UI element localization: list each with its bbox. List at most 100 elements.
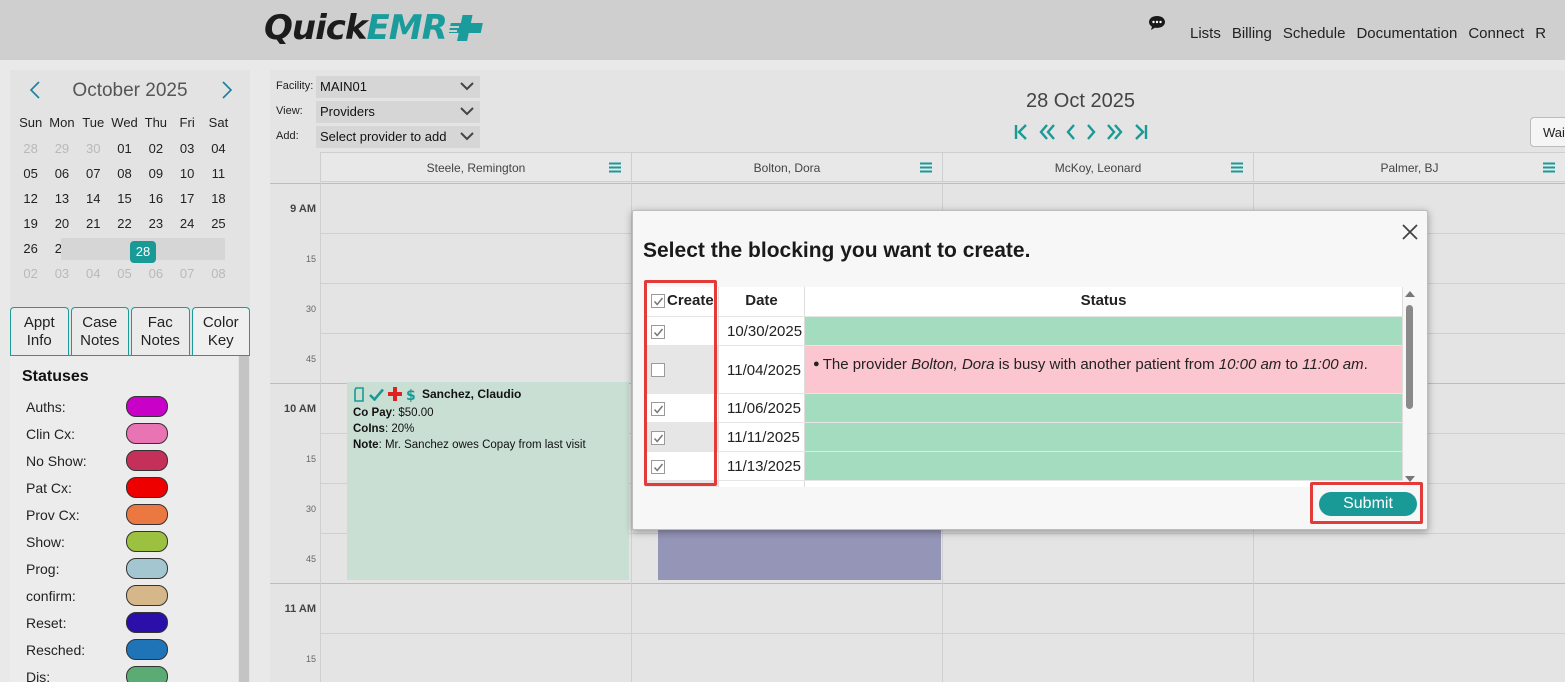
facility-select[interactable]: MAIN01 xyxy=(316,76,480,98)
calendar-day-selected[interactable]: 28 xyxy=(61,237,225,263)
calendar-day[interactable]: 02 xyxy=(140,141,171,156)
calendar-day[interactable]: 02 xyxy=(15,266,46,281)
hamburger-menu-icon[interactable] xyxy=(1231,162,1243,173)
select-all-checkbox[interactable] xyxy=(651,294,665,308)
create-checkbox-checked[interactable] xyxy=(651,459,665,474)
double-chevron-left-icon[interactable] xyxy=(1039,123,1055,141)
calendar-day[interactable]: 30 xyxy=(78,141,109,156)
medical-cross-icon[interactable] xyxy=(388,387,402,401)
dollar-icon[interactable]: $ xyxy=(406,387,416,402)
nav-connect[interactable]: Connect xyxy=(1468,25,1524,42)
calendar-day[interactable]: 23 xyxy=(140,216,171,231)
chevron-right-icon[interactable] xyxy=(1086,123,1096,141)
tab-case-notes[interactable]: Case Notes xyxy=(70,307,129,355)
calendar-day[interactable]: 15 xyxy=(109,191,140,206)
nav-lists[interactable]: Lists xyxy=(1190,25,1221,42)
calendar-day[interactable]: 05 xyxy=(109,266,140,281)
status-color-swatch[interactable] xyxy=(126,639,168,660)
calendar-day-number: 23 xyxy=(148,216,164,231)
calendar-day[interactable]: 08 xyxy=(203,266,234,281)
calendar-day[interactable]: 01 xyxy=(109,141,140,156)
quickemr-logo[interactable]: Quick EMR xyxy=(264,8,489,48)
tab-label-line2: Info xyxy=(26,332,52,349)
status-color-swatch[interactable] xyxy=(126,423,168,444)
left-panel-scrollbar[interactable] xyxy=(239,356,249,682)
provider-column-header[interactable]: Steele, Remington xyxy=(320,152,631,182)
tab-color-key[interactable]: Color Key xyxy=(191,307,250,355)
calendar-day[interactable]: 05 xyxy=(15,166,46,181)
checkmark-icon[interactable] xyxy=(369,388,384,401)
create-checkbox-unchecked[interactable] xyxy=(651,363,665,377)
status-color-swatch[interactable] xyxy=(126,558,168,579)
provider-column-header[interactable]: McKoy, Leonard xyxy=(942,152,1253,182)
calendar-day[interactable]: 28 xyxy=(15,141,46,156)
calendar-day[interactable]: 03 xyxy=(171,141,202,156)
calendar-day[interactable]: 04 xyxy=(78,266,109,281)
calendar-day[interactable]: 04 xyxy=(203,141,234,156)
add-provider-select[interactable]: Select provider to add xyxy=(316,126,480,148)
nav-overflow-item[interactable]: R xyxy=(1535,25,1546,42)
calendar-day[interactable]: 26 xyxy=(15,241,46,256)
provider-column-header[interactable]: Bolton, Dora xyxy=(631,152,942,182)
next-month-icon[interactable] xyxy=(216,78,236,102)
status-color-swatch[interactable] xyxy=(126,531,168,552)
hamburger-menu-icon[interactable] xyxy=(609,162,621,173)
dialog-table-scrollbar[interactable] xyxy=(1403,287,1417,487)
status-color-swatch[interactable] xyxy=(126,450,168,471)
calendar-day[interactable]: 12 xyxy=(15,191,46,206)
first-page-icon[interactable] xyxy=(1014,123,1028,141)
calendar-day[interactable]: 24 xyxy=(171,216,202,231)
double-chevron-right-icon[interactable] xyxy=(1107,123,1123,141)
create-checkbox-checked[interactable] xyxy=(651,401,665,416)
waitlist-button[interactable]: Wai xyxy=(1530,117,1565,147)
appointment-block[interactable]: $ Sanchez, Claudio Co Pay: $50.00 CoIns:… xyxy=(347,382,629,580)
status-color-swatch[interactable] xyxy=(126,477,168,498)
document-icon[interactable] xyxy=(353,386,365,402)
calendar-day[interactable]: 25 xyxy=(203,216,234,231)
calendar-day[interactable]: 07 xyxy=(78,166,109,181)
tab-fac-notes[interactable]: Fac Notes xyxy=(131,307,190,355)
create-checkbox-checked[interactable] xyxy=(651,430,665,445)
hamburger-menu-icon[interactable] xyxy=(1543,162,1555,173)
calendar-day[interactable]: 20 xyxy=(46,216,77,231)
create-checkbox-checked[interactable] xyxy=(651,324,665,339)
close-icon[interactable] xyxy=(1401,223,1419,241)
calendar-day[interactable]: 21 xyxy=(78,216,109,231)
view-select[interactable]: Providers xyxy=(316,101,480,123)
submit-button[interactable]: Submit xyxy=(1319,492,1417,516)
tab-appt-info[interactable]: Appt Info xyxy=(10,307,69,355)
calendar-day[interactable]: 14 xyxy=(78,191,109,206)
chevron-left-icon[interactable] xyxy=(1066,123,1076,141)
calendar-day[interactable]: 09 xyxy=(140,166,171,181)
last-page-icon[interactable] xyxy=(1134,123,1148,141)
status-color-swatch[interactable] xyxy=(126,666,168,682)
calendar-day[interactable]: 03 xyxy=(46,266,77,281)
status-color-swatch[interactable] xyxy=(126,585,168,606)
nav-billing[interactable]: Billing xyxy=(1232,25,1272,42)
scroll-up-icon[interactable] xyxy=(1405,290,1415,298)
calendar-day[interactable]: 10 xyxy=(171,166,202,181)
calendar-day[interactable]: 06 xyxy=(46,166,77,181)
scroll-down-icon[interactable] xyxy=(1405,475,1415,483)
chat-icon[interactable] xyxy=(1148,15,1166,31)
calendar-day[interactable]: 16 xyxy=(140,191,171,206)
calendar-day[interactable]: 08 xyxy=(109,166,140,181)
calendar-day[interactable]: 13 xyxy=(46,191,77,206)
nav-documentation[interactable]: Documentation xyxy=(1356,25,1457,42)
calendar-day[interactable]: 29 xyxy=(46,141,77,156)
calendar-day[interactable]: 22 xyxy=(109,216,140,231)
status-color-swatch[interactable] xyxy=(126,612,168,633)
blocked-appointment-block[interactable] xyxy=(658,530,941,580)
calendar-day[interactable]: 07 xyxy=(171,266,202,281)
status-color-swatch[interactable] xyxy=(126,504,168,525)
hamburger-menu-icon[interactable] xyxy=(920,162,932,173)
calendar-day[interactable]: 18 xyxy=(203,191,234,206)
calendar-day[interactable]: 11 xyxy=(203,166,234,181)
calendar-day[interactable]: 19 xyxy=(15,216,46,231)
calendar-day[interactable]: 06 xyxy=(140,266,171,281)
status-color-swatch[interactable] xyxy=(126,396,168,417)
scroll-thumb[interactable] xyxy=(1406,305,1413,409)
nav-schedule[interactable]: Schedule xyxy=(1283,25,1346,42)
calendar-day[interactable]: 17 xyxy=(171,191,202,206)
provider-column-header[interactable]: Palmer, BJ xyxy=(1253,152,1565,182)
